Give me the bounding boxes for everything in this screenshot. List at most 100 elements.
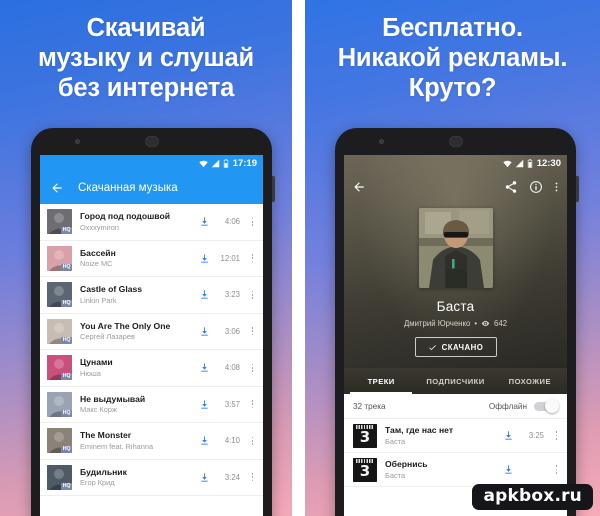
phone-mockup-right: 12:30 [335,128,579,516]
download-icon[interactable] [503,430,514,441]
track-artist: Нюша [80,368,101,378]
overflow-menu-icon[interactable] [248,363,257,372]
artist-photo-illustration [418,208,493,288]
album-art: HQ [47,282,72,308]
tab-2[interactable]: ПОДПИСЧИКИ [418,368,492,394]
track-duration: 3:24 [224,472,240,482]
table-row[interactable]: HQ Castle of Glass Linkin Park 3:23 [40,277,263,314]
track-title: Там, где нас нет [385,424,454,435]
track-meta: Там, где нас нет Баста [385,425,495,446]
track-list-header: 32 трека Оффлайн [344,394,567,419]
overflow-menu-icon[interactable] [248,217,257,226]
hq-badge: HQ [61,227,72,235]
offline-toggle-knob [545,399,559,413]
track-title: Бассейн [80,247,116,258]
downloaded-track-list[interactable]: HQ Город под подошвой Oxxxymiron 4:06 HQ Басс… [40,204,263,496]
download-icon[interactable] [199,253,210,264]
phone-top-bezel-left [31,128,272,155]
track-artist: Linkin Park [80,295,117,305]
headline-right-line3: Круто? [408,73,497,102]
phone-screen-right: 12:30 [344,155,567,516]
promo-panel-left: Скачивай музыку и слушай без интернета 1… [0,0,292,516]
artist-avatar [418,208,493,288]
track-meta: Цунами Нюша [80,357,191,378]
earpiece-speaker [448,136,463,147]
track-artist: Oxxxymiron [80,222,120,232]
download-icon[interactable] [199,326,210,337]
phone-top-bezel-right [335,128,576,155]
subtitle-separator: • [474,319,478,328]
earpiece-speaker [144,136,159,147]
hq-badge: HQ [61,409,72,417]
overflow-menu-icon[interactable] [248,290,257,299]
download-icon[interactable] [199,472,210,483]
artist-hero-header: 12:30 [344,155,567,368]
back-arrow-icon[interactable] [352,180,366,194]
offline-label: Оффлайн [488,401,527,411]
status-icons-left [199,159,229,168]
headline-left: Скачивай музыку и слушай без интернета [0,0,292,103]
back-arrow-icon[interactable] [50,181,64,195]
table-row[interactable]: HQ Не выдумывай Макс Корж 3:57 [40,387,263,423]
track-title: You Are The Only One [80,320,171,331]
overflow-menu-icon[interactable] [248,400,257,409]
download-icon[interactable] [199,399,210,410]
overflow-menu-icon[interactable] [552,431,561,440]
download-icon[interactable] [199,435,210,446]
offline-toggle[interactable] [534,399,559,413]
status-bar-left: 17:19 [40,155,263,172]
overflow-menu-icon[interactable] [552,465,561,474]
download-icon[interactable] [199,216,210,227]
info-icon[interactable] [529,180,543,194]
track-meta: You Are The Only One Сергей Лазарев [80,321,191,342]
download-icon[interactable] [503,464,514,475]
tab-1[interactable]: ТРЕКИ [344,368,418,394]
artist-view-count: 642 [494,319,508,328]
table-row[interactable]: HQ You Are The Only One Сергей Лазарев 3:06 [40,314,263,350]
overflow-menu-icon[interactable] [248,254,257,263]
track-count-label: 32 трека [353,401,386,411]
track-artist: Сергей Лазарев [80,332,135,342]
overflow-menu-icon[interactable] [248,473,257,482]
overflow-menu-icon[interactable] [248,327,257,336]
table-row[interactable]: HQ Цунами Нюша 4:08 [40,350,263,387]
track-title: Не выдумывай [80,393,146,404]
track-duration: 4:06 [224,217,240,227]
phone-screen-left: 17:19 Скачанная музыка HQ Город под подош… [40,155,263,516]
track-duration: 3:25 [528,431,544,440]
table-row[interactable]: HQ The Monster Eminem feat. Rihanna 4:10 [40,423,263,460]
downloaded-button[interactable]: СКАЧАНО [414,337,497,357]
track-artist: Eminem feat. Rihanna [80,441,154,451]
track-duration: 4:10 [224,436,240,446]
download-icon[interactable] [199,289,210,300]
headline-right-line1: Бесплатно. [382,14,523,42]
table-row[interactable]: HQ Город под подошвой Oxxxymiron 4:06 [40,204,263,241]
table-row[interactable]: HQ Будильник Егор Крид 3:24 [40,460,263,496]
download-icon[interactable] [199,362,210,373]
artist-track-list[interactable]: 3 Там, где нас нет Баста 3:25 3 Обернись Баста [344,419,567,487]
tab-3[interactable]: ПОХОЖИЕ [493,368,567,394]
overflow-menu-icon[interactable] [248,436,257,445]
headline-right: Бесплатно. Никакой рекламы. Круто? [305,0,600,103]
hq-badge: HQ [61,482,72,490]
phone-mockup-left: 17:19 Скачанная музыка HQ Город под подош… [31,128,275,516]
album-art: HQ [47,209,72,235]
track-title: Обернись [385,458,428,469]
app-bar-left: Скачанная музыка [40,172,263,204]
track-meta: Не выдумывай Макс Корж [80,394,191,415]
signal-icon [211,159,219,168]
hq-badge: HQ [61,446,72,454]
status-time-left: 17:19 [232,158,257,169]
artist-toolbar [344,172,567,202]
overflow-menu-icon[interactable] [554,180,559,194]
table-row[interactable]: 3 Там, где нас нет Баста 3:25 [344,419,567,453]
share-icon[interactable] [504,180,518,194]
headline-left-line3: без интернета [57,73,235,102]
artist-tabs[interactable]: ТРЕКИ ПОДПИСЧИКИ ПОХОЖИЕ [344,368,567,394]
table-row[interactable]: HQ Бассейн Noize MC 12:01 [40,241,263,277]
track-meta: Будильник Егор Крид [80,467,191,488]
front-camera-icon [379,139,384,144]
table-row[interactable]: 3 Обернись Баста [344,453,567,487]
album-art: 3 [353,423,377,448]
artist-real-name: Дмитрий Юрченко [403,319,471,328]
